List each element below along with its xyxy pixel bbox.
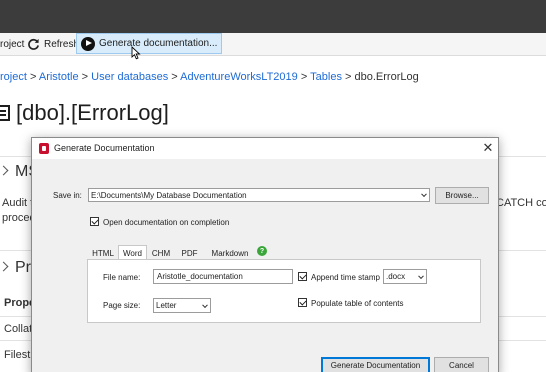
table-icon xyxy=(0,105,10,121)
breadcrumb: roject > Aristotle > User databases > Ad… xyxy=(0,71,419,83)
refresh-icon xyxy=(28,38,39,50)
breadcrumb-separator: > xyxy=(300,71,308,83)
breadcrumb-separator: > xyxy=(29,71,37,83)
file-name-input[interactable]: Aristotle_documentation xyxy=(153,269,293,284)
tab-chm[interactable]: CHM xyxy=(148,246,174,260)
file-extension-dropdown[interactable]: .docx xyxy=(383,269,427,284)
chevron-down-icon xyxy=(418,272,424,279)
cancel-button[interactable]: Cancel xyxy=(434,357,489,372)
chevron-right-icon xyxy=(0,261,9,272)
breadcrumb-item-current: dbo.ErrorLog xyxy=(354,71,419,83)
page-size-value: Letter xyxy=(156,301,177,310)
file-name-label: File name: xyxy=(103,273,141,282)
dialog-title: Generate Documentation xyxy=(54,143,155,153)
breadcrumb-item-aristotle[interactable]: Aristotle xyxy=(39,71,79,83)
populate-toc-checkbox[interactable] xyxy=(298,298,307,307)
append-timestamp-label: Append time stamp xyxy=(311,273,380,282)
mouse-cursor-icon xyxy=(131,46,141,60)
chevron-down-icon xyxy=(421,191,427,198)
app-titlebar xyxy=(0,0,546,33)
chevron-right-icon xyxy=(0,165,9,176)
browse-button[interactable]: Browse... xyxy=(435,187,489,204)
save-in-value: E:\Documents\My Database Documentation xyxy=(91,190,247,200)
open-documentation-checkbox[interactable] xyxy=(90,217,99,226)
close-icon[interactable]: ✕ xyxy=(482,141,494,154)
page-title: [dbo].[ErrorLog] xyxy=(0,100,169,126)
help-icon[interactable]: ? xyxy=(257,246,267,256)
property-row-collation: Collati xyxy=(4,323,35,335)
tab-pdf[interactable]: PDF xyxy=(176,246,203,260)
breadcrumb-item-adventureworks[interactable]: AdventureWorksLT2019 xyxy=(180,71,298,83)
app-logo-icon xyxy=(39,143,49,154)
refresh-label: Refresh xyxy=(44,38,80,50)
populate-toc-label: Populate table of contents xyxy=(311,299,404,308)
open-documentation-label: Open documentation on completion xyxy=(103,218,230,227)
breadcrumb-separator: > xyxy=(171,71,178,83)
description-right-text: CATCH co xyxy=(496,197,546,209)
tab-word[interactable]: Word xyxy=(118,245,147,260)
chevron-down-icon xyxy=(202,301,208,308)
property-row-filestream: Filestr xyxy=(4,349,34,361)
page-size-label: Page size: xyxy=(103,301,141,310)
generate-documentation-button[interactable]: Generate documentation... xyxy=(76,33,223,54)
save-in-dropdown[interactable]: E:\Documents\My Database Documentation xyxy=(88,188,430,202)
play-icon xyxy=(81,36,95,51)
append-timestamp-checkbox[interactable] xyxy=(298,272,307,281)
breadcrumb-item-tables[interactable]: Tables xyxy=(310,71,342,83)
breadcrumb-item-user-databases[interactable]: User databases xyxy=(91,71,168,83)
breadcrumb-item-project[interactable]: roject xyxy=(0,71,27,83)
tab-html[interactable]: HTML xyxy=(89,246,117,260)
dialog-titlebar: Generate Documentation ✕ xyxy=(32,138,498,159)
breadcrumb-separator: > xyxy=(81,71,89,83)
tab-markdown[interactable]: Markdown xyxy=(206,246,254,260)
toolbar: roject Refresh Generate documentation... xyxy=(0,33,546,56)
page-title-text: [dbo].[ErrorLog] xyxy=(16,100,169,125)
project-label: roject xyxy=(0,38,25,50)
page-size-dropdown[interactable]: Letter xyxy=(153,298,211,313)
refresh-button[interactable]: Refresh xyxy=(27,33,79,55)
breadcrumb-separator: > xyxy=(345,71,352,83)
project-button[interactable]: roject xyxy=(0,33,24,55)
file-extension-value: .docx xyxy=(386,272,406,281)
save-in-label: Save in: xyxy=(53,191,82,200)
generate-documentation-submit-button[interactable]: Generate Documentation xyxy=(321,357,430,372)
generate-documentation-label: Generate documentation... xyxy=(99,38,218,49)
